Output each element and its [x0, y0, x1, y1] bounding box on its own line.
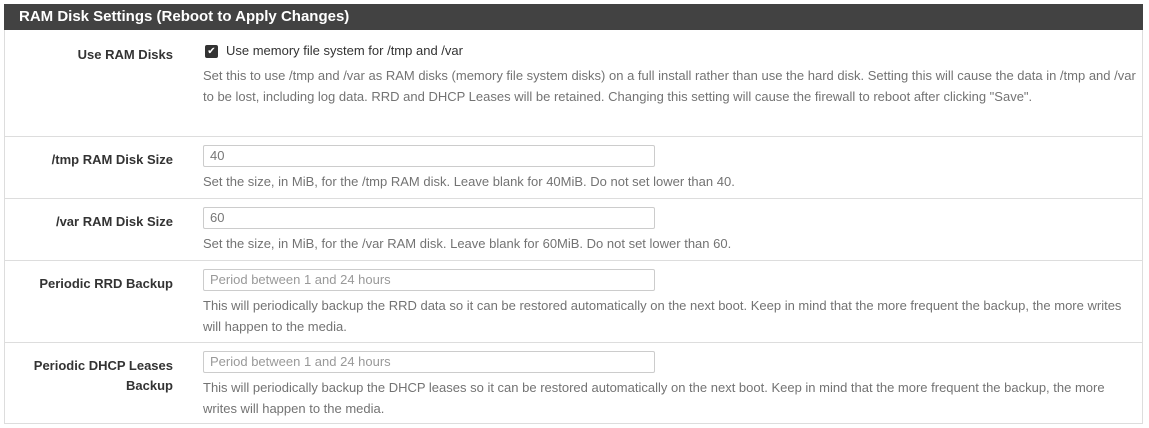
use-ram-disks-checkbox[interactable]: ✔	[205, 44, 218, 58]
periodic-dhcp-backup-label-line1: Periodic DHCP Leases	[33, 358, 173, 373]
use-ram-disks-checkbox-label[interactable]: Use memory file system for /tmp and /var	[226, 41, 463, 61]
tmp-ram-disk-size-help: Set the size, in MiB, for the /tmp RAM d…	[203, 174, 735, 189]
use-ram-disks-row: Use RAM Disks ✔ Use memory file system f…	[5, 31, 1142, 136]
var-ram-disk-size-input[interactable]: 60	[203, 207, 655, 229]
use-ram-disks-label: Use RAM Disks	[77, 47, 173, 62]
panel-title: RAM Disk Settings (Reboot to Apply Chang…	[4, 4, 1143, 30]
periodic-dhcp-backup-label-line2: Backup	[126, 378, 173, 393]
var-ram-disk-size-row: /var RAM Disk Size 60 Set the size, in M…	[5, 198, 1142, 260]
use-ram-disks-checkline[interactable]: ✔ Use memory file system for /tmp and /v…	[203, 41, 1136, 61]
periodic-dhcp-backup-label: Periodic DHCP Leases Backup	[5, 356, 173, 396]
ram-disk-settings-panel: RAM Disk Settings (Reboot to Apply Chang…	[4, 4, 1143, 424]
var-ram-disk-size-label: /var RAM Disk Size	[55, 214, 173, 229]
periodic-rrd-backup-help: This will periodically backup the RRD da…	[203, 298, 1122, 334]
tmp-ram-disk-size-label: /tmp RAM Disk Size	[51, 152, 173, 167]
var-ram-disk-size-help: Set the size, in MiB, for the /var RAM d…	[203, 236, 732, 251]
periodic-dhcp-backup-input[interactable]: Period between 1 and 24 hours	[203, 351, 655, 373]
use-ram-disks-help: Set this to use /tmp and /var as RAM dis…	[203, 68, 1136, 104]
periodic-rrd-backup-label: Periodic RRD Backup	[39, 276, 173, 291]
tmp-ram-disk-size-input[interactable]: 40	[203, 145, 655, 167]
periodic-dhcp-backup-help: This will periodically backup the DHCP l…	[203, 380, 1105, 416]
tmp-ram-disk-size-row: /tmp RAM Disk Size 40 Set the size, in M…	[5, 136, 1142, 198]
periodic-rrd-backup-input[interactable]: Period between 1 and 24 hours	[203, 269, 655, 291]
periodic-dhcp-backup-row: Periodic DHCP Leases Backup Period betwe…	[5, 342, 1142, 424]
periodic-rrd-backup-row: Periodic RRD Backup Period between 1 and…	[5, 260, 1142, 342]
